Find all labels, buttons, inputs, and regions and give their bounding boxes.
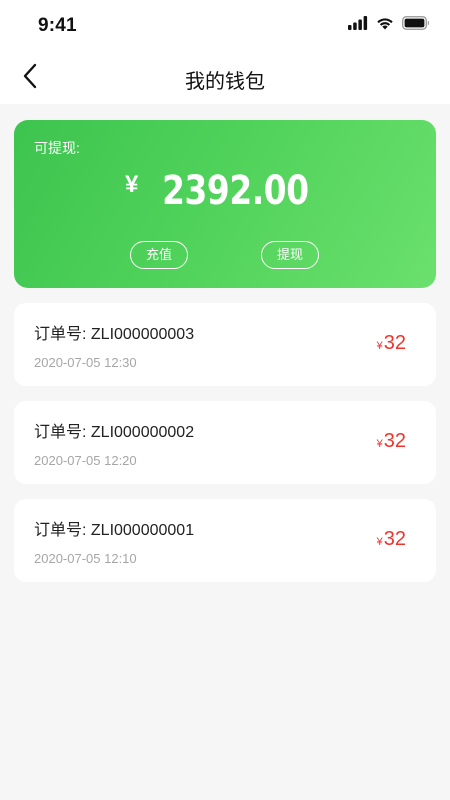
navigation-header: 我的钱包 xyxy=(0,52,450,104)
battery-icon xyxy=(402,16,430,35)
status-bar: 9:41 xyxy=(0,0,450,52)
order-amount-currency: ¥ xyxy=(376,536,383,548)
order-number: 订单号: ZLI000000001 xyxy=(34,522,195,539)
order-time: 2020-07-05 12:30 xyxy=(34,355,137,370)
balance-amount: 2392.00 xyxy=(162,168,309,214)
order-amount-currency: ¥ xyxy=(376,340,383,352)
order-amount-value: 32 xyxy=(383,332,406,354)
recharge-button[interactable]: 充值 xyxy=(130,241,188,269)
order-amount-currency: ¥ xyxy=(376,438,383,450)
order-list: 订单号: ZLI000000003 2020-07-05 12:30 ¥32 订… xyxy=(14,303,436,597)
page-title: 我的钱包 xyxy=(185,71,265,93)
cellular-signal-icon xyxy=(348,16,368,35)
order-amount: ¥32 xyxy=(377,332,406,355)
withdrawable-label: 可提现: xyxy=(34,140,80,156)
balance-display: ¥2392.00 xyxy=(14,168,436,214)
wifi-icon xyxy=(376,16,394,35)
order-number: 订单号: ZLI000000002 xyxy=(34,424,195,441)
order-time: 2020-07-05 12:10 xyxy=(34,551,137,566)
order-amount-value: 32 xyxy=(383,430,406,452)
status-time: 9:41 xyxy=(38,15,77,36)
order-amount-value: 32 xyxy=(383,528,406,550)
status-icons xyxy=(348,16,430,35)
order-time: 2020-07-05 12:20 xyxy=(34,453,137,468)
withdraw-button[interactable]: 提现 xyxy=(261,241,319,269)
wallet-balance-card: 可提现: ¥2392.00 充值 提现 xyxy=(14,120,436,288)
balance-currency-symbol: ¥ xyxy=(124,171,139,198)
order-item[interactable]: 订单号: ZLI000000001 2020-07-05 12:10 ¥32 xyxy=(14,499,436,582)
order-amount: ¥32 xyxy=(377,528,406,551)
wallet-screen: 9:41 我的钱包 可提现: ¥ 2392.00 充值 提现 订单号: ZLI0… xyxy=(0,0,450,800)
order-item[interactable]: 订单号: ZLI000000002 2020-07-05 12:20 ¥32 xyxy=(14,401,436,484)
order-number: 订单号: ZLI000000003 xyxy=(34,326,195,343)
order-item[interactable]: 订单号: ZLI000000003 2020-07-05 12:30 ¥32 xyxy=(14,303,436,386)
order-amount: ¥32 xyxy=(377,430,406,453)
